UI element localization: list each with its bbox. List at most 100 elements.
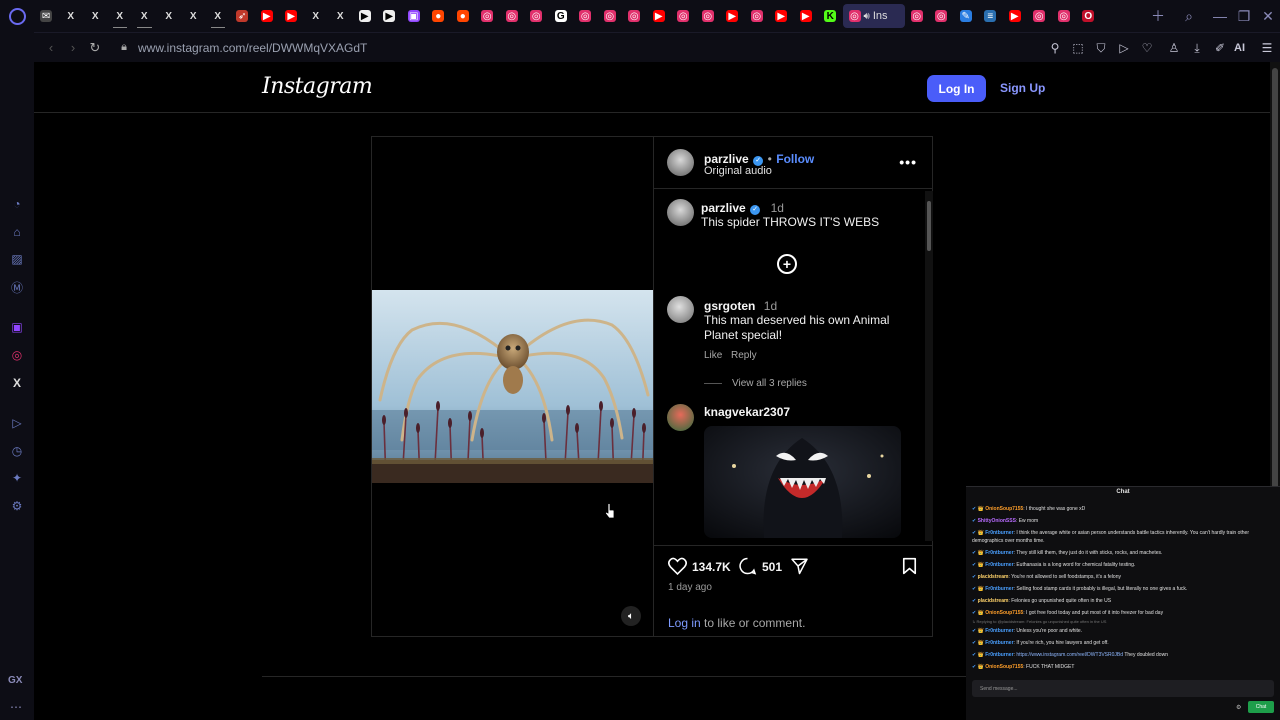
comments-scrollbar[interactable]: [925, 191, 933, 541]
history-icon[interactable]: ◷: [9, 443, 25, 459]
browser-tab[interactable]: ◎: [573, 4, 598, 28]
chat-username[interactable]: Fr0ntburner: [985, 640, 1013, 646]
forward-icon[interactable]: ›: [62, 33, 84, 63]
browser-tab[interactable]: ◎: [475, 4, 500, 28]
chat-input[interactable]: Send message...: [972, 680, 1274, 697]
author-name[interactable]: parzlive: [704, 152, 749, 166]
player-play-icon[interactable]: ▷: [1115, 39, 1133, 57]
share-icon[interactable]: [790, 557, 809, 575]
chat-username[interactable]: Fr0ntburner: [985, 562, 1013, 568]
download-icon[interactable]: ⤓: [1188, 39, 1206, 57]
browser-tab[interactable]: ●: [451, 4, 476, 28]
audio-link[interactable]: Original audio: [704, 165, 772, 177]
reload-icon[interactable]: ↻: [84, 33, 106, 63]
active-browser-tab[interactable]: ◎ 🔊︎ Ins: [842, 4, 905, 28]
mute-toggle-icon[interactable]: 🔈︎: [621, 606, 641, 626]
reply-button[interactable]: Reply: [731, 350, 757, 361]
snapshot-icon[interactable]: ⬚: [1069, 39, 1087, 57]
comment-icon[interactable]: [738, 557, 757, 575]
x-sidebar-icon[interactable]: X: [9, 375, 25, 391]
search-tabs-icon[interactable]: ⌕: [1170, 0, 1208, 32]
browser-tab[interactable]: ◎: [696, 4, 721, 28]
comment-author[interactable]: knagvekar2307: [704, 405, 790, 419]
browser-tab[interactable]: X: [304, 4, 329, 28]
chat-link[interactable]: https://www.instagram.com/reel/DWT3VSR0J…: [1016, 652, 1123, 658]
browser-tab[interactable]: X: [132, 4, 157, 28]
browser-tab[interactable]: X: [181, 4, 206, 28]
chat-username[interactable]: OnionSoup7155: [985, 506, 1023, 512]
messenger-icon[interactable]: Ⓜ: [9, 279, 25, 295]
browser-tab[interactable]: ◎: [929, 4, 954, 28]
aria-icon[interactable]: ✐: [1211, 39, 1229, 57]
browser-tab[interactable]: K: [818, 4, 843, 28]
chat-username[interactable]: Fr0ntburner: [985, 586, 1013, 592]
login-link[interactable]: Log in: [668, 616, 701, 630]
browser-tab[interactable]: ◎: [1027, 4, 1052, 28]
chat-settings-icon[interactable]: ⚙: [1236, 704, 1241, 711]
lock-icon[interactable]: 🔒︎: [116, 41, 132, 54]
gx-label[interactable]: GX: [8, 675, 22, 686]
minimize-icon[interactable]: —: [1208, 0, 1232, 32]
browser-tab[interactable]: ▶: [353, 4, 378, 28]
browser-tab[interactable]: ▶: [279, 4, 304, 28]
browser-tab[interactable]: ▶: [647, 4, 672, 28]
comment-author[interactable]: gsrgoten: [704, 299, 755, 313]
gx-corner-icon[interactable]: ⌂: [9, 224, 25, 240]
chat-username[interactable]: Fr0ntburner: [985, 652, 1013, 658]
browser-tab[interactable]: X: [59, 4, 84, 28]
browser-tab[interactable]: ✎: [954, 4, 979, 28]
easy-setup-icon[interactable]: ☰: [1258, 39, 1276, 57]
chat-username[interactable]: Fr0ntburner: [985, 550, 1013, 556]
browser-tab[interactable]: ▶: [255, 4, 280, 28]
view-replies-button[interactable]: View all 3 replies: [732, 378, 807, 389]
browser-tab[interactable]: X: [108, 4, 133, 28]
chat-username[interactable]: placidstream: [978, 574, 1009, 580]
signup-link[interactable]: Sign Up: [1000, 81, 1045, 95]
url-field[interactable]: www.instagram.com/reel/DWWMqVXAGdT: [138, 41, 367, 55]
avatar[interactable]: [667, 404, 694, 431]
instagram-logo[interactable]: Instagram: [262, 74, 373, 99]
browser-tab[interactable]: G: [549, 4, 574, 28]
account-icon[interactable]: ♙: [1165, 39, 1183, 57]
chat-username[interactable]: placidstream: [978, 598, 1009, 604]
browser-tab[interactable]: ●: [426, 4, 451, 28]
browser-tab[interactable]: X: [83, 4, 108, 28]
shield-icon[interactable]: ⛉: [1092, 39, 1110, 57]
chat-username[interactable]: OnionSoup7155: [985, 664, 1023, 670]
opera-menu-icon[interactable]: [0, 0, 34, 32]
browser-tab[interactable]: ▶: [377, 4, 402, 28]
more-options-icon[interactable]: •••: [899, 154, 917, 170]
browser-tab[interactable]: ◎: [671, 4, 696, 28]
save-bookmark-icon[interactable]: [902, 557, 917, 575]
maximize-icon[interactable]: ❐: [1232, 0, 1256, 32]
like-heart-icon[interactable]: [668, 557, 687, 575]
browser-tab[interactable]: ▶: [794, 4, 819, 28]
new-tab-button[interactable]: ＋: [1146, 0, 1170, 32]
login-button[interactable]: Log In: [927, 75, 986, 102]
browser-tab[interactable]: X: [157, 4, 182, 28]
twitch-sidebar-icon[interactable]: ▣: [9, 319, 25, 335]
tracker-icon[interactable]: ▨: [9, 251, 25, 267]
like-comment-button[interactable]: Like: [704, 350, 722, 361]
browser-tab[interactable]: ✉: [34, 4, 59, 28]
back-icon[interactable]: ‹: [40, 33, 62, 63]
load-more-comments-icon[interactable]: +: [777, 254, 797, 274]
browser-tab[interactable]: ◎: [1052, 4, 1077, 28]
browser-tab[interactable]: ≡: [978, 4, 1003, 28]
chat-username[interactable]: Fr0ntburner: [985, 628, 1013, 634]
close-window-icon[interactable]: ✕: [1256, 0, 1280, 32]
chat-username[interactable]: OnionSoup7155: [985, 610, 1023, 616]
browser-tab[interactable]: ◎: [622, 4, 647, 28]
settings-icon[interactable]: ⚙: [9, 498, 25, 514]
caption-author[interactable]: parzlive: [701, 201, 746, 215]
avatar[interactable]: [667, 199, 694, 226]
chat-username[interactable]: Fr0ntburner: [985, 530, 1013, 536]
avatar[interactable]: [667, 149, 694, 176]
browser-tab[interactable]: ◎: [524, 4, 549, 28]
avatar[interactable]: [667, 296, 694, 323]
instagram-sidebar-icon[interactable]: ◎: [9, 347, 25, 363]
browser-tab[interactable]: O: [1076, 4, 1101, 28]
chat-send-button[interactable]: Chat: [1248, 701, 1274, 713]
chat-username[interactable]: ShittyOnionSSS: [978, 518, 1016, 524]
browser-tab[interactable]: ▶: [720, 4, 745, 28]
